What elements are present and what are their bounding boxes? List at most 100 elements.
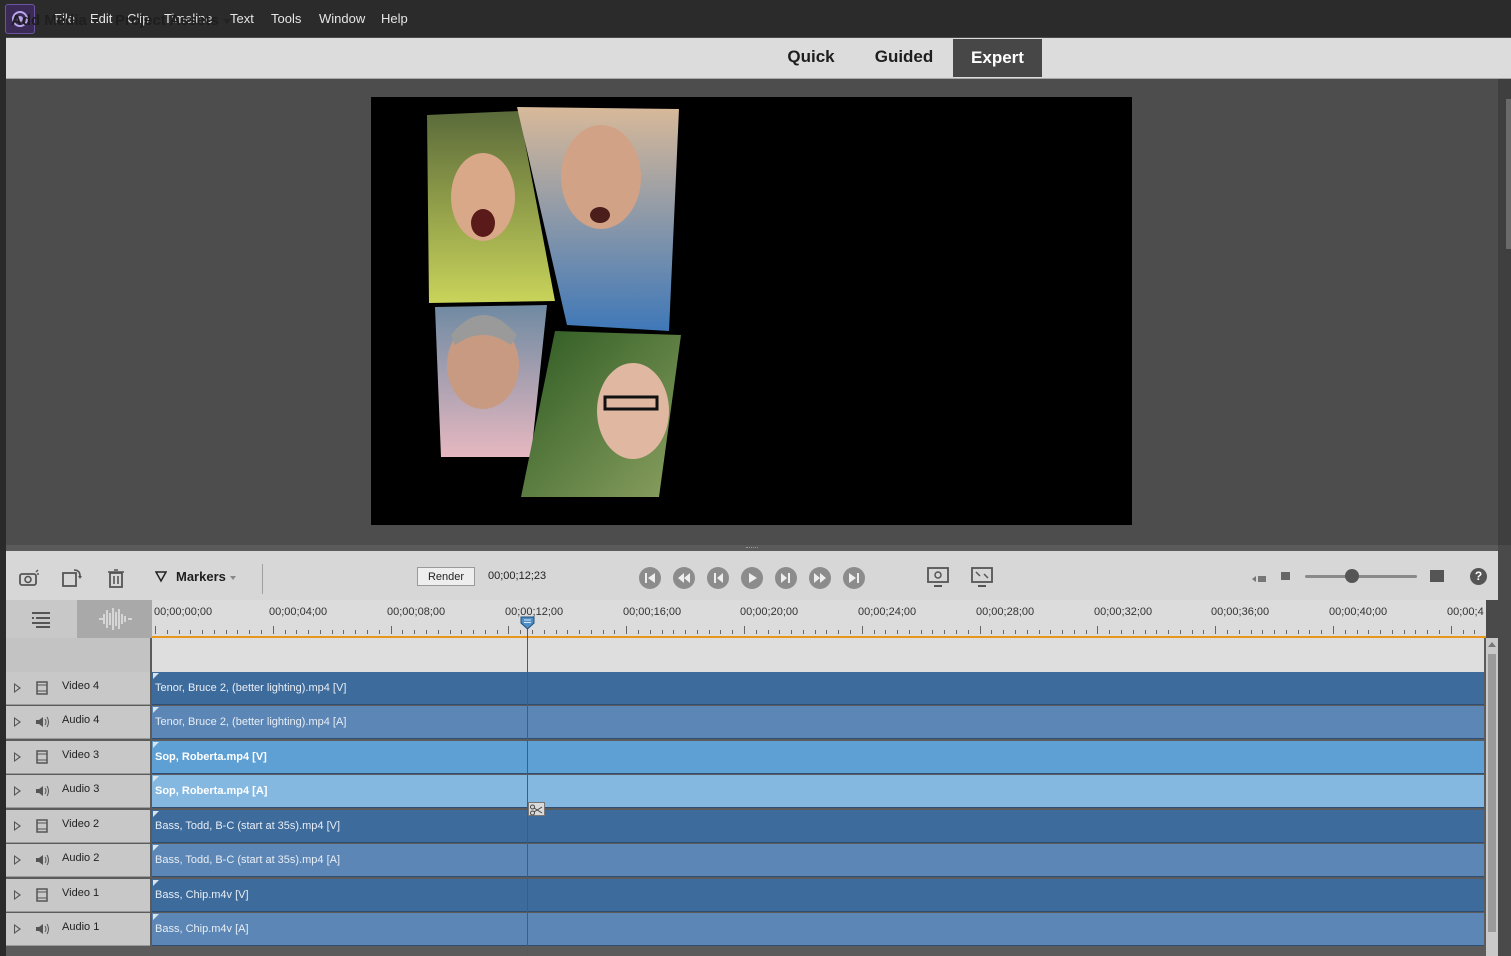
menu-window[interactable]: Window [319, 10, 365, 27]
step-back-icon[interactable] [673, 567, 695, 589]
ruler-tick [319, 630, 321, 634]
ruler-tick [367, 630, 369, 634]
track-header-audio-2[interactable]: Audio 2 [6, 844, 150, 877]
play-icon[interactable] [741, 567, 763, 589]
clip-audio-4[interactable]: Tenor, Bruce 2, (better lighting).mp4 [A… [152, 706, 1484, 739]
ruler-tick [802, 630, 804, 634]
ruler-tick [1250, 630, 1252, 634]
ruler-tick [1120, 630, 1122, 634]
track-header-audio-3[interactable]: Audio 3 [6, 775, 150, 808]
ruler-tick [1321, 630, 1323, 634]
ruler-tick [202, 630, 204, 634]
ruler-tick [944, 630, 946, 634]
ruler-label: 00;00;00;00 [154, 606, 213, 618]
playhead-handle-icon[interactable] [520, 616, 535, 630]
track-empty[interactable] [152, 638, 1484, 672]
go-to-end-icon[interactable] [843, 567, 865, 589]
expand-track-icon[interactable] [14, 924, 21, 934]
ruler-tick [1085, 630, 1087, 634]
expand-track-icon[interactable] [14, 786, 21, 796]
ruler-tick [897, 630, 899, 634]
ruler-tick [1073, 630, 1075, 634]
track-header-audio-4[interactable]: Audio 4 [6, 706, 150, 739]
mode-quick-tab[interactable]: Quick [776, 38, 846, 76]
clip-label: Sop, Roberta.mp4 [A] [155, 785, 268, 797]
ruler-tick [1215, 626, 1217, 634]
video-preview[interactable] [371, 97, 1132, 525]
zoom-slider[interactable] [1305, 575, 1417, 578]
audio-waveform-toggle[interactable] [77, 600, 152, 638]
ruler-tick [991, 630, 993, 634]
clip-video-4[interactable]: Tenor, Bruce 2, (better lighting).mp4 [V… [152, 672, 1484, 705]
mode-expert-tab[interactable]: Expert [953, 39, 1042, 77]
markers-menu[interactable]: Markers [176, 569, 226, 585]
frame-back-icon[interactable] [707, 567, 729, 589]
clip-video-3[interactable]: Sop, Roberta.mp4 [V] [152, 741, 1484, 774]
ruler-tick [1297, 630, 1299, 634]
scissors-icon[interactable] [528, 802, 545, 816]
ruler-tick [461, 630, 463, 634]
film-icon [36, 888, 48, 902]
ruler-label: 00;00;20;00 [740, 606, 799, 618]
fullscreen-icon[interactable] [970, 566, 994, 588]
clip-audio-2[interactable]: Bass, Todd, B-C (start at 35s).mp4 [A] [152, 844, 1484, 877]
ruler-tick [885, 630, 887, 634]
ruler-tick [755, 630, 757, 634]
track-size-icon[interactable] [30, 610, 52, 628]
expand-track-icon[interactable] [14, 717, 21, 727]
clip-video-2[interactable]: Bass, Todd, B-C (start at 35s).mp4 [V] [152, 810, 1484, 843]
expand-track-icon[interactable] [14, 752, 21, 762]
monitor-settings-icon[interactable] [926, 566, 950, 588]
clip-audio-3[interactable]: Sop, Roberta.mp4 [A] [152, 775, 1484, 808]
help-icon[interactable]: ? [1470, 568, 1487, 585]
timecode-display[interactable]: 00;00;12;23 [488, 568, 546, 584]
ruler-tick [520, 630, 522, 634]
ruler-tick [626, 626, 628, 634]
mode-guided-tab[interactable]: Guided [866, 38, 942, 76]
ruler-tick [1203, 630, 1205, 634]
expand-track-icon[interactable] [14, 855, 21, 865]
marker-icon [154, 570, 168, 583]
track-header-audio-1[interactable]: Audio 1 [6, 913, 150, 946]
ruler-label: 00;00;24;00 [858, 606, 917, 618]
render-button[interactable]: Render [417, 567, 475, 586]
trash-icon[interactable] [104, 566, 128, 590]
menu-text[interactable]: Text [230, 10, 254, 27]
track-header-video-1[interactable]: Video 1 [6, 879, 150, 912]
speaker-icon [36, 923, 49, 935]
zoom-slider-handle[interactable] [1345, 569, 1360, 583]
ruler-label: 00;00;08;00 [387, 606, 446, 618]
track-header-video-2[interactable]: Video 2 [6, 810, 150, 843]
timeline-scrollbar[interactable] [1486, 638, 1498, 956]
expand-track-icon[interactable] [14, 683, 21, 693]
zoom-min-icon[interactable] [1281, 572, 1290, 580]
project-assets-button[interactable]: Project Assets [115, 11, 231, 31]
rotate-icon[interactable] [60, 566, 84, 590]
track-header-video-4[interactable]: Video 4 [6, 672, 150, 705]
clip-video-1[interactable]: Bass, Chip.m4v [V] [152, 879, 1484, 912]
monitor-scrollbar[interactable] [1498, 79, 1511, 545]
track-name: Audio 2 [62, 852, 100, 864]
time-ruler[interactable]: 00;00;00;00 00;00;04;00 00;00;08;00 00;0… [152, 600, 1486, 638]
go-to-start-icon[interactable] [639, 567, 661, 589]
ruler-tick [237, 630, 239, 634]
ruler-tick [732, 630, 734, 634]
ruler-tick [814, 630, 816, 634]
menu-help[interactable]: Help [381, 10, 408, 27]
menu-tools[interactable]: Tools [271, 10, 301, 27]
step-forward-icon[interactable] [809, 567, 831, 589]
expand-track-icon[interactable] [14, 890, 21, 900]
ruler-tick [484, 630, 486, 634]
zoom-out-icon[interactable] [1251, 571, 1269, 582]
ruler-tick [673, 630, 675, 634]
ruler-label: 00;00;16;00 [623, 606, 682, 618]
add-media-button[interactable]: Add Media [11, 11, 99, 31]
video-frame-collage [427, 107, 681, 497]
ruler-tick [1274, 630, 1276, 634]
zoom-max-icon[interactable] [1430, 570, 1444, 582]
expand-track-icon[interactable] [14, 821, 21, 831]
clip-audio-1[interactable]: Bass, Chip.m4v [A] [152, 913, 1484, 946]
track-header-video-3[interactable]: Video 3 [6, 741, 150, 774]
frame-forward-icon[interactable] [775, 567, 797, 589]
camera-icon[interactable] [17, 566, 41, 590]
